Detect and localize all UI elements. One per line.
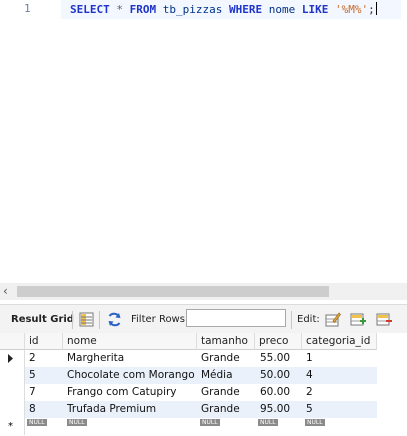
row-selector[interactable]	[0, 401, 25, 418]
cell-nome[interactable]: Chocolate com Morango	[67, 367, 195, 384]
scrollbar-thumb[interactable]	[17, 286, 329, 297]
filter-rows-label: Filter Rows:	[131, 314, 189, 325]
cell-tamanho[interactable]: Grande	[201, 350, 240, 367]
cell-nome[interactable]: Frango com Catupiry	[67, 384, 177, 401]
cell-tamanho[interactable]: Média	[201, 367, 233, 384]
result-grid-tab[interactable]: Result Grid	[11, 305, 74, 334]
horizontal-scrollbar[interactable]: ‹	[0, 283, 407, 300]
cell-id[interactable]: 8	[29, 401, 36, 418]
column-header-id[interactable]: id	[25, 333, 63, 350]
delete-row-icon[interactable]	[376, 311, 393, 328]
table-row[interactable]: 2 Margherita Grande 55.00 1	[25, 350, 377, 367]
current-row-arrow-icon	[8, 354, 13, 363]
new-row-marker[interactable]: *	[0, 418, 25, 435]
cell-preco[interactable]: 60.00	[260, 384, 290, 401]
cell-id[interactable]: 2	[29, 350, 36, 367]
line-number: 1	[24, 2, 31, 15]
edit-label: Edit:	[297, 314, 320, 325]
result-grid[interactable]: id nome tamanho preco categoria_id * 2 M…	[0, 333, 407, 436]
cell-preco[interactable]: 95.00	[260, 401, 290, 418]
sql-query-text[interactable]: SELECT * FROM tb_pizzas WHERE nome LIKE …	[70, 2, 377, 16]
row-selector[interactable]	[0, 384, 25, 401]
filter-rows-input[interactable]	[186, 309, 286, 327]
sql-editor[interactable]: 1 SELECT * FROM tb_pizzas WHERE nome LIK…	[0, 0, 407, 281]
null-badge[interactable]: NULL	[67, 419, 87, 426]
null-badge[interactable]: NULL	[27, 419, 47, 426]
cell-preco[interactable]: 50.00	[260, 367, 290, 384]
toolbar-divider	[99, 311, 100, 329]
toolbar-divider	[72, 311, 73, 329]
cell-preco[interactable]: 55.00	[260, 350, 290, 367]
row-selector[interactable]	[0, 367, 25, 384]
table-row[interactable]: 7 Frango com Catupiry Grande 60.00 2	[25, 384, 377, 401]
text-caret	[375, 2, 377, 15]
refresh-icon[interactable]	[106, 311, 123, 328]
toolbar-divider	[291, 311, 292, 329]
cell-categoria-id[interactable]: 5	[306, 401, 313, 418]
cell-nome[interactable]: Margherita	[67, 350, 124, 367]
cell-id[interactable]: 5	[29, 367, 36, 384]
scroll-left-icon[interactable]: ‹	[3, 284, 8, 298]
column-header-preco[interactable]: preco	[255, 333, 302, 350]
row-header-corner	[0, 333, 25, 350]
column-header-tamanho[interactable]: tamanho	[197, 333, 255, 350]
column-header-categoria-id[interactable]: categoria_id	[302, 333, 377, 350]
null-badge[interactable]: NULL	[305, 419, 325, 426]
table-row[interactable]: 5 Chocolate com Morango Média 50.00 4	[25, 367, 377, 384]
table-row[interactable]: 8 Trufada Premium Grande 95.00 5	[25, 401, 377, 418]
add-row-icon[interactable]	[350, 311, 367, 328]
cell-categoria-id[interactable]: 1	[306, 350, 313, 367]
cell-categoria-id[interactable]: 2	[306, 384, 313, 401]
edit-row-icon[interactable]	[324, 311, 341, 328]
column-header-nome[interactable]: nome	[63, 333, 197, 350]
row-selector[interactable]	[0, 350, 25, 367]
cell-tamanho[interactable]: Grande	[201, 401, 240, 418]
null-badge[interactable]: NULL	[258, 419, 278, 426]
cell-tamanho[interactable]: Grande	[201, 384, 240, 401]
null-badge[interactable]: NULL	[200, 419, 220, 426]
result-toolbar: Result Grid Filter Rows: Edit:	[0, 304, 407, 335]
grid-layout-icon[interactable]	[78, 311, 95, 328]
cell-categoria-id[interactable]: 4	[306, 367, 313, 384]
cell-id[interactable]: 7	[29, 384, 36, 401]
cell-nome[interactable]: Trufada Premium	[67, 401, 156, 418]
